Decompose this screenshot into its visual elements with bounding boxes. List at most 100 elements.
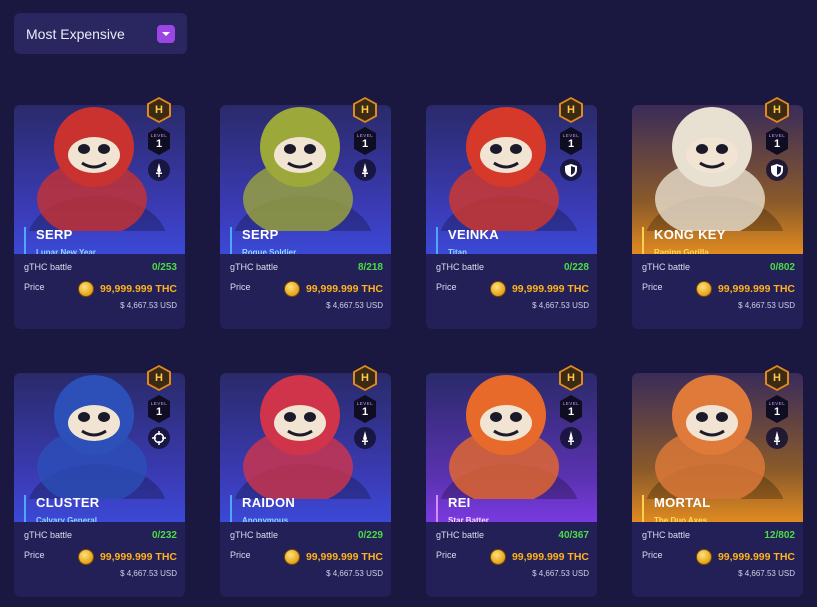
price-value: 99,999.999 THC (511, 283, 589, 295)
level-badge: LEVEL 1 (148, 395, 170, 423)
rarity-badge: H (353, 365, 377, 391)
level-value: 1 (155, 137, 163, 150)
thc-coin-icon (77, 549, 94, 565)
hero-info: gTHC battle 0/253 Price 99,999.999 THC $… (14, 254, 185, 329)
rarity-badge-letter: H (149, 99, 169, 121)
hero-name: KONG KEY (654, 227, 726, 242)
hero-card[interactable]: KONG KEY Raging Gorilla H LEVEL 1 gTHC b… (632, 83, 803, 329)
price-label: Price (436, 550, 457, 560)
shield-icon (766, 159, 788, 181)
shield-icon (560, 159, 582, 181)
rarity-badge-letter: H (355, 99, 375, 121)
crosshair-icon (148, 427, 170, 449)
hero-badges: H LEVEL 1 (765, 365, 789, 449)
price-label: Price (24, 550, 45, 560)
hero-badges: H LEVEL 1 (559, 365, 583, 449)
level-value: 1 (361, 137, 369, 150)
hero-name: VEINKA (448, 227, 499, 242)
rarity-badge: H (147, 97, 171, 123)
level-value: 1 (361, 405, 369, 418)
chevron-down-icon (157, 24, 175, 43)
hero-info: gTHC battle 0/232 Price 99,999.999 THC $… (14, 522, 185, 597)
level-value: 1 (773, 405, 781, 418)
price-value: 99,999.999 THC (717, 283, 795, 295)
price-value: 99,999.999 THC (305, 551, 383, 563)
battle-label: gTHC battle (642, 530, 691, 540)
hero-card[interactable]: MORTAL The Duo Axes H LEVEL 1 gTHC battl… (632, 351, 803, 597)
level-value: 1 (155, 405, 163, 418)
rarity-badge: H (765, 365, 789, 391)
hero-info: gTHC battle 0/228 Price 99,999.999 THC $… (426, 254, 597, 329)
hero-name: CLUSTER (36, 495, 100, 510)
level-value: 1 (567, 137, 575, 150)
sword-icon (560, 427, 582, 449)
hero-card[interactable]: SERP Rogue Soldier H LEVEL 1 gTHC battle… (220, 83, 391, 329)
level-badge: LEVEL 1 (766, 395, 788, 423)
hero-card[interactable]: VEINKA Titan H LEVEL 1 gTHC battle 0/228… (426, 83, 597, 329)
rarity-badge-letter: H (561, 99, 581, 121)
usd-value: $ 4,667.53 USD (326, 569, 383, 578)
hero-name-bar: RAIDON Anonymous (230, 495, 295, 522)
hero-name: MORTAL (654, 495, 711, 510)
hero-name-bar: CLUSTER Calvary General (24, 495, 100, 522)
usd-value: $ 4,667.53 USD (532, 301, 589, 310)
price-value: 99,999.999 THC (305, 283, 383, 295)
price-label: Price (642, 550, 663, 560)
hero-name-bar: KONG KEY Raging Gorilla (642, 227, 726, 254)
battle-label: gTHC battle (24, 262, 73, 272)
hero-info: gTHC battle 0/229 Price 99,999.999 THC $… (220, 522, 391, 597)
usd-value: $ 4,667.53 USD (120, 569, 177, 578)
battle-label: gTHC battle (230, 262, 279, 272)
price-value: 99,999.999 THC (99, 551, 177, 563)
usd-value: $ 4,667.53 USD (532, 569, 589, 578)
thc-coin-icon (489, 281, 506, 297)
rarity-badge: H (353, 97, 377, 123)
hero-name: SERP (242, 227, 279, 242)
hero-info: gTHC battle 12/802 Price 99,999.999 THC … (632, 522, 803, 597)
rarity-badge: H (559, 97, 583, 123)
battle-label: gTHC battle (436, 530, 485, 540)
battle-value: 0/229 (357, 529, 383, 541)
thc-coin-icon (77, 281, 94, 297)
hero-name-bar: REI Star Batter (436, 495, 489, 522)
price-label: Price (436, 282, 457, 292)
battle-value: 40/367 (558, 529, 589, 541)
level-value: 1 (773, 137, 781, 150)
hero-badges: H LEVEL 1 (147, 97, 171, 181)
sort-dropdown[interactable]: Most Expensive (14, 13, 187, 54)
thc-coin-icon (695, 281, 712, 297)
rarity-badge-letter: H (767, 99, 787, 121)
hero-info: gTHC battle 40/367 Price 99,999.999 THC … (426, 522, 597, 597)
hero-name-bar: MORTAL The Duo Axes (642, 495, 710, 522)
hero-card[interactable]: SERP Lunar New Year H LEVEL 1 gTHC battl… (14, 83, 185, 329)
rarity-badge: H (765, 97, 789, 123)
battle-label: gTHC battle (230, 530, 279, 540)
usd-value: $ 4,667.53 USD (738, 569, 795, 578)
level-badge: LEVEL 1 (354, 127, 376, 155)
level-value: 1 (567, 405, 575, 418)
hero-name-bar: SERP Rogue Soldier (230, 227, 296, 254)
price-value: 99,999.999 THC (511, 551, 589, 563)
price-label: Price (230, 282, 251, 292)
price-value: 99,999.999 THC (99, 283, 177, 295)
rarity-badge: H (559, 365, 583, 391)
hero-badges: H LEVEL 1 (765, 97, 789, 181)
battle-value: 0/253 (151, 261, 177, 273)
hero-badges: H LEVEL 1 (353, 365, 377, 449)
battle-label: gTHC battle (436, 262, 485, 272)
hero-card[interactable]: RAIDON Anonymous H LEVEL 1 gTHC battle 0… (220, 351, 391, 597)
price-label: Price (230, 550, 251, 560)
price-value: 99,999.999 THC (717, 551, 795, 563)
level-badge: LEVEL 1 (766, 127, 788, 155)
hero-info: gTHC battle 0/802 Price 99,999.999 THC $… (632, 254, 803, 329)
battle-value: 0/802 (769, 261, 795, 273)
hero-badges: H LEVEL 1 (147, 365, 171, 449)
sword-icon (148, 159, 170, 181)
hero-card[interactable]: CLUSTER Calvary General H LEVEL 1 gTHC b… (14, 351, 185, 597)
hero-name-bar: SERP Lunar New Year (24, 227, 96, 254)
rarity-badge-letter: H (561, 367, 581, 389)
rarity-badge-letter: H (767, 367, 787, 389)
hero-name: SERP (36, 227, 73, 242)
hero-name-bar: VEINKA Titan (436, 227, 499, 254)
hero-card[interactable]: REI Star Batter H LEVEL 1 gTHC battle 40… (426, 351, 597, 597)
